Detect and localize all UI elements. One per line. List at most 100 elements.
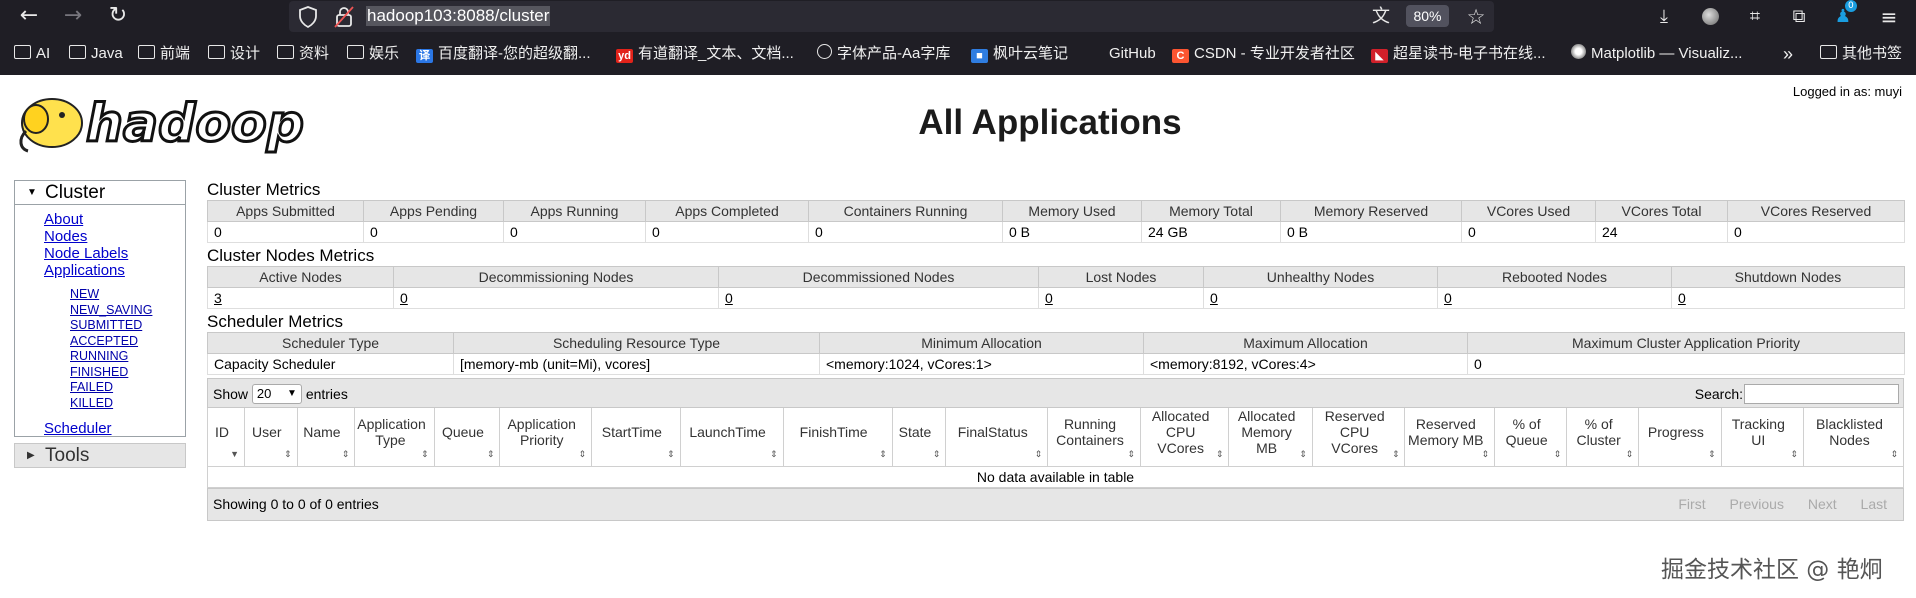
back-arrow-icon[interactable]: ← [16,4,42,30]
sort-both-icon: ⇕ [1299,449,1307,459]
bookmark-item[interactable]: 设计 [208,43,260,65]
bookmarks-overflow-icon[interactable]: » [1783,43,1793,65]
bookmark-item[interactable]: 资料 [277,43,329,65]
extensions-puzzle-icon[interactable]: ⧉ [1788,6,1810,28]
unhealthy-nodes-link[interactable]: 0 [1210,290,1218,306]
column-header-sortable[interactable]: LaunchTime ⇕ [679,408,784,467]
column-header-sortable[interactable]: FinalStatus ⇕ [945,408,1049,467]
column-header-sortable[interactable]: Tracking UI ⇕ [1720,408,1804,467]
column-header-sortable[interactable]: % of Queue ⇕ [1494,408,1568,467]
zoom-level[interactable]: 80% [1406,5,1449,27]
crop-icon[interactable]: ⌗ [1744,6,1766,28]
folder-icon [347,45,364,59]
nav-scheduler[interactable]: Scheduler [44,420,185,437]
entries-select[interactable]: 20 ▼ [251,384,302,404]
col-header: Apps Running [503,200,646,222]
bookmark-item[interactable]: 前端 [138,43,190,65]
column-header-sortable[interactable]: Application Type ⇕ [354,408,435,467]
col-header: Rebooted Nodes [1437,266,1672,288]
bookmark-item[interactable]: C CSDN - 专业开发者社区 [1172,43,1355,65]
rebooted-nodes-link[interactable]: 0 [1444,290,1452,306]
col-header: Scheduling Resource Type [453,332,820,354]
active-nodes-link[interactable]: 3 [214,290,222,306]
column-header-sortable[interactable]: Allocated Memory MB ⇕ [1228,408,1313,467]
col-header: Memory Reserved [1280,200,1462,222]
folder-icon [1820,45,1837,59]
bookmark-item[interactable]: 其他书签 [1820,43,1902,65]
nav-applications[interactable]: Applications [44,262,185,279]
pager-first[interactable]: First [1678,496,1705,512]
nav-state-new[interactable]: NEW [70,287,185,303]
nav-state-submitted[interactable]: SUBMITTED [70,318,185,334]
column-header-sortable[interactable]: Allocated CPU VCores ⇕ [1139,408,1230,467]
col-header: Maximum Allocation [1143,332,1468,354]
column-header-sortable[interactable]: State ⇕ [891,408,947,467]
pager-next[interactable]: Next [1808,496,1837,512]
tools-section-header[interactable]: ▶ Tools [14,443,186,468]
download-icon[interactable]: ⤓ [1653,6,1675,28]
menu-icon[interactable]: ≡ [1878,6,1900,28]
column-header-label: Blacklisted Nodes [1816,416,1883,448]
column-header-sortable[interactable]: StartTime ⇕ [591,408,681,467]
nav-state-new-saving[interactable]: NEW_SAVING [70,303,185,319]
nav-nodes[interactable]: Nodes [44,228,185,245]
decommissioned-nodes-link[interactable]: 0 [725,290,733,306]
pager-previous[interactable]: Previous [1729,496,1783,512]
sort-both-icon: ⇕ [1890,449,1898,459]
column-header-label: FinishTime [799,424,868,440]
shield-icon[interactable] [298,6,318,28]
nav-state-killed[interactable]: KILLED [70,396,185,412]
bookmark-item[interactable]: Matplotlib — Visualiz... [1571,43,1742,65]
bookmark-item[interactable]: ■ 枫叶云笔记 [971,43,1068,65]
decommissioning-nodes-link[interactable]: 0 [400,290,408,306]
bookmark-item[interactable]: 字体产品-Aa字库 [817,43,950,65]
extension-avatar-icon[interactable] [1699,6,1721,28]
column-header-sortable[interactable]: User ⇕ [244,408,298,467]
bookmark-item[interactable]: 译百度翻译-您的超级翻... [416,43,591,65]
bookmark-item[interactable]: 娱乐 [347,43,399,65]
column-header-sortable[interactable]: FinishTime ⇕ [782,408,893,467]
translate-icon[interactable]: 文 [1370,6,1392,28]
nav-node-labels[interactable]: Node Labels [44,245,185,262]
reload-icon[interactable]: ↻ [105,4,131,30]
column-header-sortable[interactable]: % of Cluster ⇕ [1566,408,1640,467]
col-header: VCores Reserved [1727,200,1905,222]
nav-about[interactable]: About [44,211,185,228]
lost-nodes-link[interactable]: 0 [1045,290,1053,306]
notification-extension-icon[interactable]: ♟ 0 [1832,0,1857,28]
column-header-sortable[interactable]: Name ⇕ [296,408,356,467]
column-header-sortable[interactable]: Running Containers ⇕ [1047,408,1141,467]
search-input[interactable] [1744,384,1899,404]
bookmark-item[interactable]: ◣ 超星读书-电子书在线... [1371,43,1546,65]
column-header-sortable[interactable]: Blacklisted Nodes ⇕ [1802,408,1905,467]
column-header-sortable[interactable]: Progress ⇕ [1638,408,1722,467]
forward-arrow-icon[interactable]: → [60,4,86,30]
column-header-sortable[interactable]: Queue ⇕ [433,408,501,467]
nav-state-failed[interactable]: FAILED [70,380,185,396]
metric-value: 0 [207,221,364,243]
column-header-sortable[interactable]: Reserved Memory MB ⇕ [1404,408,1496,467]
cluster-section-header[interactable]: ▼ Cluster [14,180,186,205]
column-header-sortable[interactable]: Application Priority ⇕ [499,408,593,467]
sort-both-icon: ⇕ [932,449,941,459]
shutdown-nodes-link[interactable]: 0 [1678,290,1686,306]
column-header-label: Progress [1647,424,1704,440]
sort-both-icon: ⇕ [1553,449,1562,459]
bookmark-item[interactable]: Java [69,43,123,65]
nav-state-running[interactable]: RUNNING [70,349,185,365]
bookmark-item[interactable]: AI [14,43,50,65]
insecure-lock-icon[interactable] [334,6,354,28]
column-header-label: Tracking UI [1731,416,1785,448]
metric-value: 24 GB [1141,221,1281,243]
url-text[interactable]: hadoop103:8088/cluster [366,6,551,26]
column-header-sortable[interactable]: Reserved CPU VCores ⇕ [1311,408,1406,467]
bookmark-item[interactable]: yd 有道翻译_文本、文档... [616,43,794,65]
nav-state-finished[interactable]: FINISHED [70,365,185,381]
bookmark-star-icon[interactable]: ☆ [1465,6,1487,28]
bookmark-item[interactable]: GitHub [1109,43,1156,65]
col-header: Shutdown Nodes [1671,266,1905,288]
nav-state-accepted[interactable]: ACCEPTED [70,334,185,350]
pager-last[interactable]: Last [1861,496,1887,512]
column-header-sortable[interactable]: ID ▼ [206,408,246,467]
chaoxing-icon: ◣ [1371,49,1388,63]
